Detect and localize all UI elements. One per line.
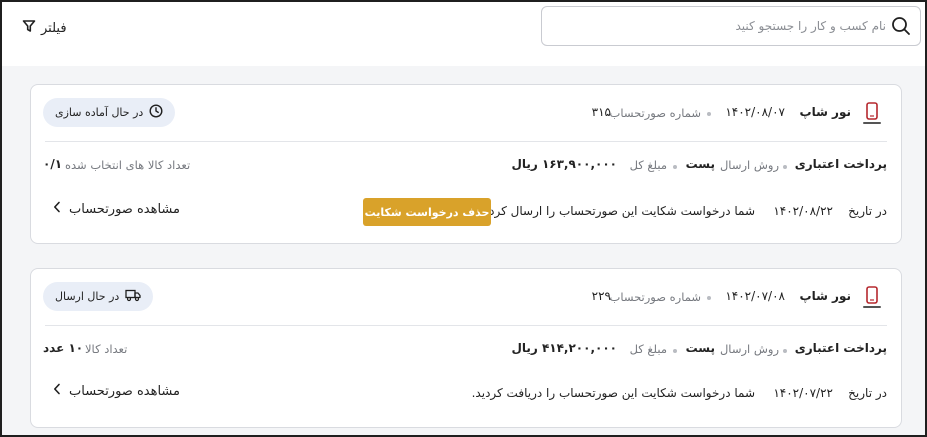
payment-type: پرداخت اعتباری [794, 341, 887, 355]
chevron-left-icon [53, 383, 61, 399]
store-name: نور شاپ [799, 289, 851, 303]
invoice-card: نور شاپ ۱۴۰۲/۰۷/۰۸ شماره صورتحساب ۲۲۹ در… [30, 268, 902, 428]
search-icon[interactable] [890, 15, 912, 37]
filter-label: فیلتر [41, 20, 67, 36]
status-badge: در حال ارسال [43, 282, 154, 311]
view-invoice-link[interactable]: مشاهده صورتحساب [53, 201, 180, 217]
filter-icon [22, 19, 36, 37]
message-date: ۱۴۰۲/۰۸/۲۲ [773, 204, 833, 218]
invoice-number-label: شماره صورتحساب [609, 106, 702, 120]
items-label: تعداد کالا های انتخاب شده [65, 158, 191, 172]
shipping-label: روش ارسال [719, 342, 779, 356]
items-value: ۱۰ عدد [43, 341, 84, 355]
truck-icon [125, 288, 141, 305]
order-date: ۱۴۰۲/۰۸/۰۷ [725, 105, 785, 119]
page: فیلتر نور شاپ ۱۴۰۲/۰۸/۰۷ شماره صورتحساب … [0, 0, 927, 437]
shipping-value: پست [685, 157, 715, 171]
invoice-card: نور شاپ ۱۴۰۲/۰۸/۰۷ شماره صورتحساب ۳۱۵ در… [30, 84, 902, 244]
separator-dot [673, 349, 677, 353]
separator-dot [673, 165, 677, 169]
invoice-number: ۲۲۹ [591, 289, 611, 303]
amount-label: مبلغ کل [629, 342, 667, 356]
search-box[interactable] [541, 6, 921, 46]
separator-dot [783, 349, 787, 353]
delete-complaint-button[interactable]: حذف درخواست شکایت [363, 198, 491, 226]
invoice-number-label: شماره صورتحساب [609, 290, 702, 304]
divider [45, 325, 887, 326]
invoice-number: ۳۱۵ [591, 105, 611, 119]
shipping-value: پست [685, 341, 715, 355]
separator-dot [707, 112, 711, 116]
store-name: نور شاپ [799, 105, 851, 119]
message-prefix: در تاریخ [848, 386, 887, 400]
message-prefix: در تاریخ [848, 204, 887, 218]
filter-button[interactable]: فیلتر [22, 18, 67, 38]
top-bar: فیلتر [2, 2, 925, 66]
separator-dot [707, 296, 711, 300]
store-logo-icon [861, 285, 883, 311]
status-text: در حال ارسال [55, 290, 120, 303]
view-invoice-label: مشاهده صورتحساب [69, 383, 180, 399]
shipping-label: روش ارسال [719, 158, 779, 172]
order-date: ۱۴۰۲/۰۷/۰۸ [725, 289, 785, 303]
status-text: در حال آماده سازی [55, 106, 144, 119]
separator-dot [783, 165, 787, 169]
message-date: ۱۴۰۲/۰۷/۲۲ [773, 386, 833, 400]
message-text: شما درخواست شکایت این صورتحساب را ارسال … [475, 204, 755, 218]
chevron-left-icon [53, 201, 61, 217]
store-logo-icon [861, 101, 883, 127]
amount-value: ۴۱۴,۲۰۰,۰۰۰ ریال [511, 341, 617, 355]
amount-value: ۱۶۳,۹۰۰,۰۰۰ ریال [511, 157, 617, 171]
message-text: شما درخواست شکایت این صورتحساب را دریافت… [471, 386, 755, 400]
payment-type: پرداخت اعتباری [794, 157, 887, 171]
view-invoice-label: مشاهده صورتحساب [69, 201, 180, 217]
items-value: ۰/۱ [43, 157, 63, 171]
search-input[interactable] [542, 7, 890, 45]
clock-icon [149, 104, 163, 121]
amount-label: مبلغ کل [629, 158, 667, 172]
items-label: تعداد کالا [85, 342, 128, 356]
status-badge: در حال آماده سازی [43, 98, 176, 127]
divider [45, 141, 887, 142]
view-invoice-link[interactable]: مشاهده صورتحساب [53, 383, 180, 399]
